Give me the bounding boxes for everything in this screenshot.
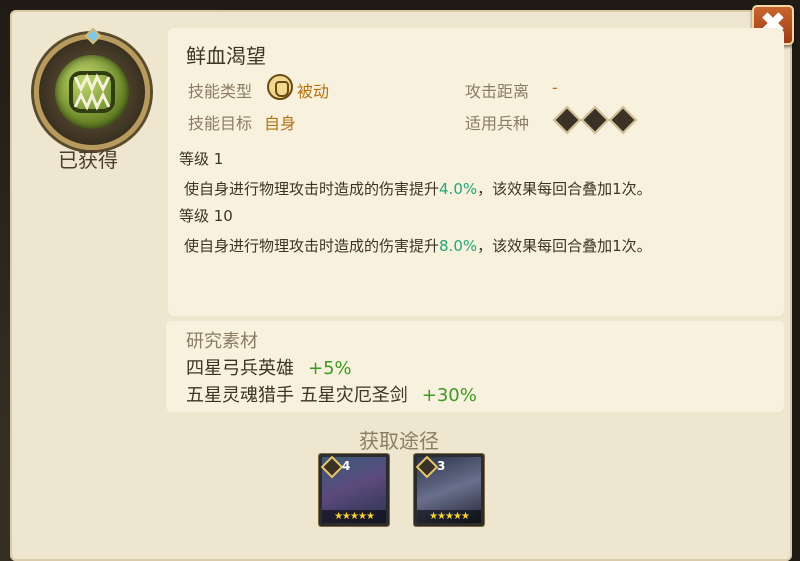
material-bonus: +5%	[308, 358, 352, 379]
skill-target-label: 技能目标	[188, 114, 253, 133]
material-item: 五星灵魂猎手 五星灾厄圣剑 +30%	[186, 381, 477, 407]
hero-card-doom-sword[interactable]: 3 ★★★★★	[414, 454, 484, 526]
level-10-title: 等级 10	[179, 207, 233, 225]
level-10-description: 使自身进行物理攻击时造成的伤害提升8.0%，该效果每回合叠加1次。	[184, 235, 652, 256]
material-name: 五星灵魂猎手 五星灾厄圣剑	[186, 385, 408, 406]
skill-fang-icon	[34, 27, 150, 150]
fanged-mouth-icon	[55, 55, 129, 129]
fist-class-icon	[415, 455, 439, 479]
skill-info-box	[168, 28, 784, 316]
obtained-status: 已获得	[58, 148, 118, 172]
material-bonus: +30%	[421, 385, 477, 406]
level-1-value: 4.0%	[439, 180, 478, 198]
bow-class-icon	[320, 455, 344, 479]
skill-type-label: 技能类型	[188, 82, 253, 101]
level-1-description: 使自身进行物理攻击时造成的伤害提升4.0%，该效果每回合叠加1次。	[184, 178, 652, 199]
attack-range-label: 攻击距离	[465, 82, 530, 101]
hero-stars: ★★★★★	[322, 510, 386, 523]
skill-type-value: 被动	[297, 82, 330, 101]
passive-skill-icon	[267, 74, 293, 100]
hero-stars: ★★★★★	[417, 510, 481, 523]
hero-card-soul-hunter[interactable]: 4 ★★★★★	[319, 454, 389, 526]
level-1-text: 使自身进行物理攻击时造成的伤害提升	[184, 180, 440, 198]
level-10-text-end: ，该效果每回合叠加1次。	[477, 237, 652, 255]
material-item: 四星弓兵英雄 +5%	[186, 354, 352, 380]
level-1-title: 等级 1	[179, 150, 224, 168]
level-10-text: 使自身进行物理攻击时造成的伤害提升	[184, 237, 440, 255]
hero-level: 3	[437, 459, 446, 473]
hero-level: 4	[342, 459, 351, 473]
skill-target-value: 自身	[264, 114, 297, 133]
level-1-text-end: ，该效果每回合叠加1次。	[477, 180, 652, 198]
attack-range-value: -	[552, 78, 558, 97]
source-title: 获取途径	[359, 429, 439, 453]
material-name: 四星弓兵英雄	[186, 358, 294, 379]
level-10-value: 8.0%	[439, 237, 478, 255]
skill-name: 鲜血渴望	[186, 44, 266, 68]
materials-title: 研究素材	[186, 331, 258, 352]
troop-type-label: 适用兵种	[465, 114, 530, 133]
